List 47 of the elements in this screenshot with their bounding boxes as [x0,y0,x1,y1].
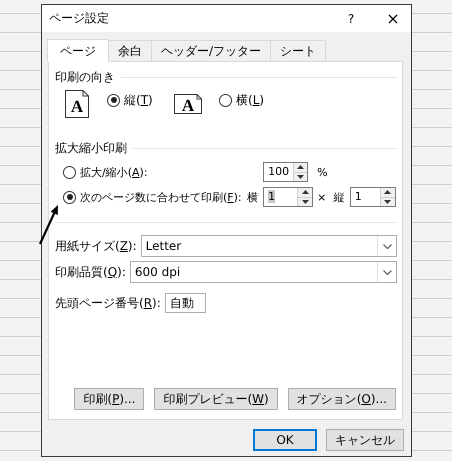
radio-label[interactable]: 拡大/縮小(A): [80,164,148,180]
section-heading: 拡大縮小印刷 [55,140,127,156]
down-triangle-icon [297,174,304,179]
chevron-down-icon [382,270,392,274]
spin-up-button[interactable] [380,188,395,196]
spin-up-button[interactable] [294,163,308,172]
up-triangle-icon [297,165,304,170]
down-triangle-icon [302,200,309,204]
input-field[interactable]: 自動 [164,293,206,313]
spin-box[interactable]: 1 [350,187,396,207]
portrait-page-icon: A [65,90,89,118]
unit-label: % [317,166,328,178]
dropdown[interactable]: 600 dpi [130,261,397,283]
action-button[interactable]: オプション(O)... [288,388,396,410]
radio-label[interactable]: 次のページ数に合わせて印刷(F): [80,190,242,204]
down-triangle-icon [384,200,392,204]
tab[interactable]: シート [270,40,326,61]
up-triangle-icon [302,190,309,194]
dropdown[interactable]: Letter [140,235,397,257]
close-button[interactable]: × [383,9,403,28]
radio-label[interactable]: 横(L) [236,92,264,108]
radio-label[interactable]: 縦(T) [124,92,153,108]
landscape-page-icon: A [174,94,202,114]
ok-button[interactable]: OK [253,429,317,451]
cancel-button[interactable]: キャンセル [326,429,404,451]
field-label: 横 [246,190,258,204]
spin-box[interactable]: 1 [263,187,314,207]
action-button[interactable]: 印刷プレビュー(W) [154,388,278,410]
up-triangle-icon [384,190,392,194]
section-heading: 印刷の向き [55,68,115,86]
chevron-down-icon [382,244,392,248]
spin-up-button[interactable] [298,188,312,196]
window-title: ページ設定 [49,10,110,27]
radio-button[interactable] [107,94,120,106]
spin-box[interactable]: 100 [263,162,308,182]
radio-button[interactable] [219,94,232,106]
spin-down-button[interactable] [380,196,395,206]
field-label: 先頭ページ番号(R): [55,294,161,312]
field-label: 印刷品質(Q): [55,264,126,280]
field-label: 縦 [334,190,345,204]
tab[interactable]: ページ [47,39,109,62]
radio-button[interactable] [63,166,76,178]
times-sign: × [317,190,326,204]
help-button[interactable]: ? [341,12,361,26]
action-button[interactable]: 印刷(P)... [74,388,144,410]
radio-button[interactable] [63,190,76,204]
field-label: 用紙サイズ(Z): [55,238,137,254]
